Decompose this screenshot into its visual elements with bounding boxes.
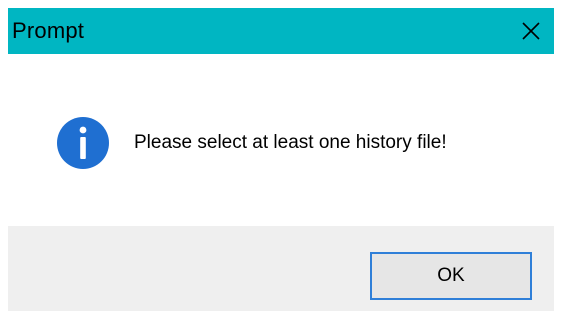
- dialog-body: Please select at least one history file!: [8, 54, 554, 226]
- title-bar: Prompt: [8, 8, 554, 54]
- message-text: Please select at least one history file!: [134, 132, 447, 153]
- button-bar: OK: [8, 226, 554, 311]
- close-button[interactable]: [508, 8, 554, 54]
- prompt-dialog: Prompt Please select at least one histor…: [8, 8, 554, 311]
- window-title: Prompt: [12, 18, 85, 43]
- close-icon: [522, 22, 540, 40]
- info-icon: [57, 117, 109, 169]
- ok-button[interactable]: OK: [370, 252, 532, 300]
